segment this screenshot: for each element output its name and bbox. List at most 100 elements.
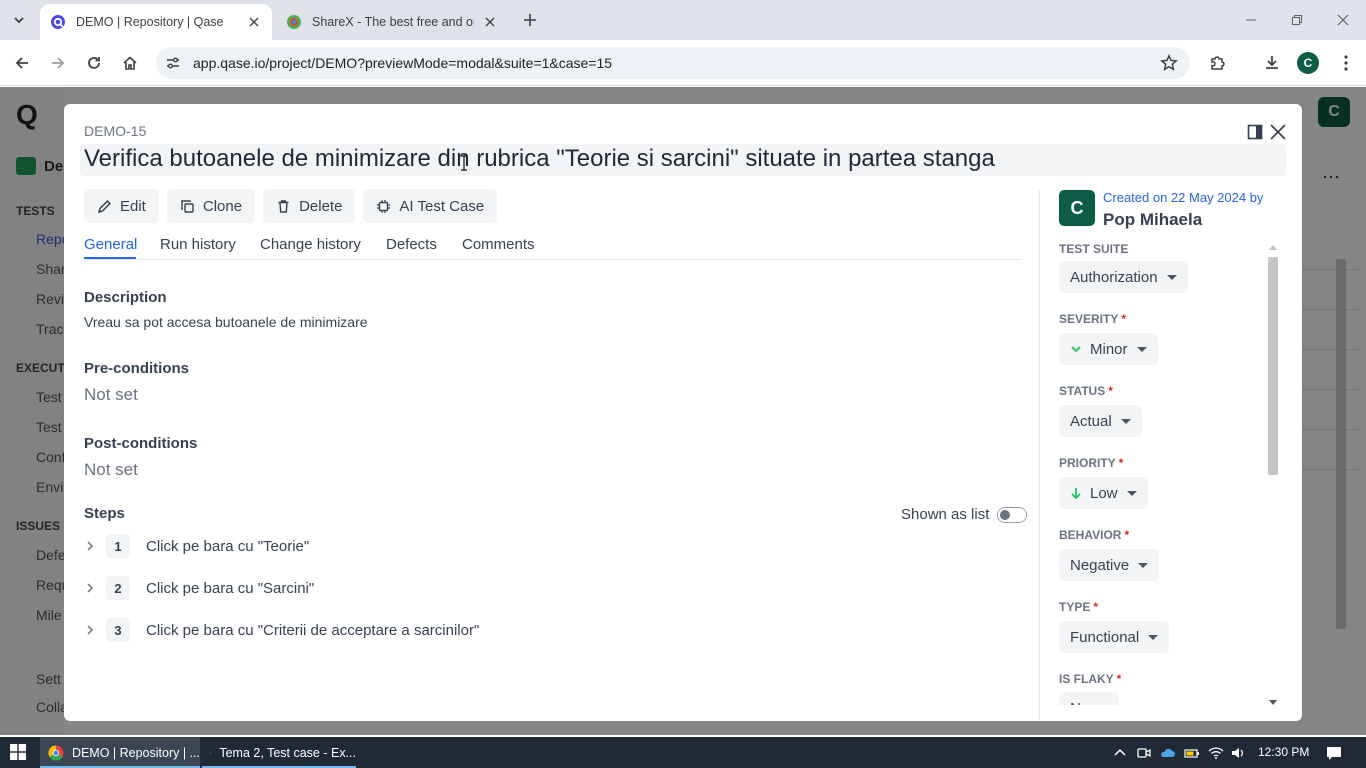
tab-comments[interactable]: Comments	[462, 236, 535, 253]
reload-button[interactable]	[82, 51, 106, 75]
is-flaky-select[interactable]: No	[1059, 692, 1120, 705]
behavior-select[interactable]: Negative	[1059, 549, 1160, 581]
chevron-right-icon[interactable]	[84, 624, 96, 636]
ai-test-case-label: AI Test Case	[399, 197, 485, 215]
volume-icon[interactable]	[1230, 745, 1246, 761]
postconditions-value: Not set	[84, 460, 138, 479]
qase-favicon-icon	[51, 15, 65, 29]
url-text[interactable]: app.qase.io/project/DEMO?previewMode=mod…	[193, 55, 612, 71]
tab-defects[interactable]: Defects	[386, 236, 437, 253]
severity-select[interactable]: Minor	[1059, 333, 1158, 365]
browser-tab-title: ShareX - The best free and ope	[312, 15, 474, 29]
notifications-icon[interactable]	[1326, 745, 1342, 761]
browser-tab-sharex[interactable]: ShareX - The best free and ope	[276, 4, 508, 40]
new-tab-button[interactable]	[520, 10, 540, 30]
reload-icon	[88, 57, 100, 69]
priority-value: Low	[1090, 484, 1118, 502]
close-icon[interactable]	[1269, 123, 1287, 141]
step-row[interactable]: 2 Click pe bara cu "Sarcini"	[84, 574, 314, 602]
step-text: Click pe bara cu "Sarcini"	[146, 579, 315, 597]
severity-value: Minor	[1090, 340, 1128, 358]
shown-as-list-label: Shown as list	[901, 506, 990, 523]
chevron-right-icon[interactable]	[84, 582, 96, 594]
wifi-icon[interactable]	[1208, 745, 1224, 761]
windows-taskbar: DEMO | Repository | ... Tema 2, Test cas…	[0, 737, 1366, 768]
restore-window-button[interactable]	[1274, 0, 1320, 40]
close-tab-icon[interactable]	[246, 14, 262, 30]
delete-button[interactable]: Delete	[263, 189, 356, 223]
extensions-puzzle-icon[interactable]	[1208, 53, 1228, 73]
panel-divider	[1039, 190, 1040, 720]
step-row[interactable]: 1 Click pe bara cu "Teorie"	[84, 532, 309, 560]
case-tabs: General Run history Change history Defec…	[84, 230, 1022, 260]
site-settings-icon[interactable]	[165, 55, 181, 71]
caret-down-icon	[1120, 418, 1131, 424]
arrow-right-icon	[52, 57, 65, 69]
caret-down-icon	[1136, 346, 1147, 352]
meet-now-icon[interactable]	[1136, 745, 1152, 761]
sharex-favicon-icon	[287, 15, 301, 29]
system-clock[interactable]: 12:30 PM	[1258, 745, 1309, 759]
scrollbar-thumb[interactable]	[1268, 257, 1278, 475]
toggle-switch[interactable]	[997, 506, 1028, 523]
taskbar-chrome-item[interactable]: DEMO | Repository | ...	[40, 737, 200, 768]
windows-start-icon[interactable]	[10, 744, 26, 760]
description-label: Description	[84, 289, 167, 306]
edit-label: Edit	[120, 197, 146, 215]
shown-as-list-toggle[interactable]: Shown as list	[901, 506, 1028, 523]
tab-general[interactable]: General	[84, 236, 137, 253]
browser-tab-qase[interactable]: DEMO | Repository | Qase	[40, 4, 272, 40]
chevron-down-icon	[14, 17, 24, 24]
status-select[interactable]: Actual	[1059, 405, 1142, 437]
prop-label-behavior: BEHAVIOR *	[1059, 528, 1130, 542]
excel-icon	[210, 751, 212, 754]
case-actions: Edit Clone Delete AI Test Case	[84, 189, 498, 223]
tab-run-history[interactable]: Run history	[160, 236, 236, 253]
close-window-button[interactable]	[1320, 0, 1366, 40]
home-button[interactable]	[118, 51, 142, 75]
taskbar-excel-item[interactable]: Tema 2, Test case - Ex...	[202, 737, 356, 768]
postconditions-label: Post-conditions	[84, 435, 198, 452]
scroll-up-arrow-icon[interactable]	[1269, 245, 1277, 250]
type-select[interactable]: Functional	[1059, 621, 1170, 653]
address-bar[interactable]: app.qase.io/project/DEMO?previewMode=mod…	[156, 47, 1190, 79]
caret-down-icon	[1148, 634, 1159, 640]
browser-menu-icon[interactable]	[1336, 53, 1356, 73]
author-name[interactable]: Pop Mihaela	[1103, 210, 1202, 230]
clone-label: Clone	[202, 197, 243, 215]
show-hidden-icons-icon[interactable]	[1112, 745, 1128, 761]
ai-test-case-button[interactable]: AI Test Case	[363, 189, 498, 223]
case-title[interactable]: Verifica butoanele de minimizare din rub…	[80, 144, 1286, 176]
created-info: Created on 22 May 2024 by	[1103, 190, 1264, 205]
clone-button[interactable]: Clone	[166, 189, 256, 223]
test-suite-select[interactable]: Authorization	[1059, 261, 1188, 293]
forward-button[interactable]	[46, 51, 70, 75]
battery-icon[interactable]	[1184, 745, 1200, 761]
tab-search-button[interactable]	[6, 8, 32, 32]
step-row[interactable]: 3 Click pe bara cu "Criterii de acceptar…	[84, 616, 479, 644]
download-icon[interactable]	[1262, 53, 1282, 73]
minimize-window-button[interactable]	[1228, 0, 1274, 40]
author-avatar: C	[1059, 190, 1095, 226]
step-text: Click pe bara cu "Teorie"	[146, 537, 310, 555]
delete-label: Delete	[299, 197, 343, 215]
prop-label-test-suite: TEST SUITE	[1059, 242, 1129, 256]
bookmark-star-icon[interactable]	[1160, 54, 1178, 72]
priority-select[interactable]: Low	[1059, 477, 1148, 509]
edit-button[interactable]: Edit	[84, 189, 159, 223]
properties-scrollbar[interactable]	[1266, 242, 1280, 708]
open-sidebar-view-icon[interactable]	[1246, 123, 1264, 141]
caret-down-icon	[1166, 274, 1177, 280]
chip-icon	[377, 199, 391, 213]
profile-avatar[interactable]: C	[1297, 52, 1319, 74]
back-button[interactable]	[10, 51, 34, 75]
onedrive-icon[interactable]	[1160, 745, 1176, 761]
close-tab-icon[interactable]	[482, 14, 498, 30]
step-number: 3	[106, 618, 130, 642]
tab-change-history[interactable]: Change history	[260, 236, 361, 253]
arrow-down-icon	[1071, 488, 1081, 499]
prop-label-priority: PRIORITY *	[1059, 456, 1124, 470]
chevron-right-icon[interactable]	[84, 540, 96, 552]
is-flaky-clip: No	[1059, 692, 1279, 705]
scroll-down-arrow-icon[interactable]	[1269, 700, 1277, 705]
